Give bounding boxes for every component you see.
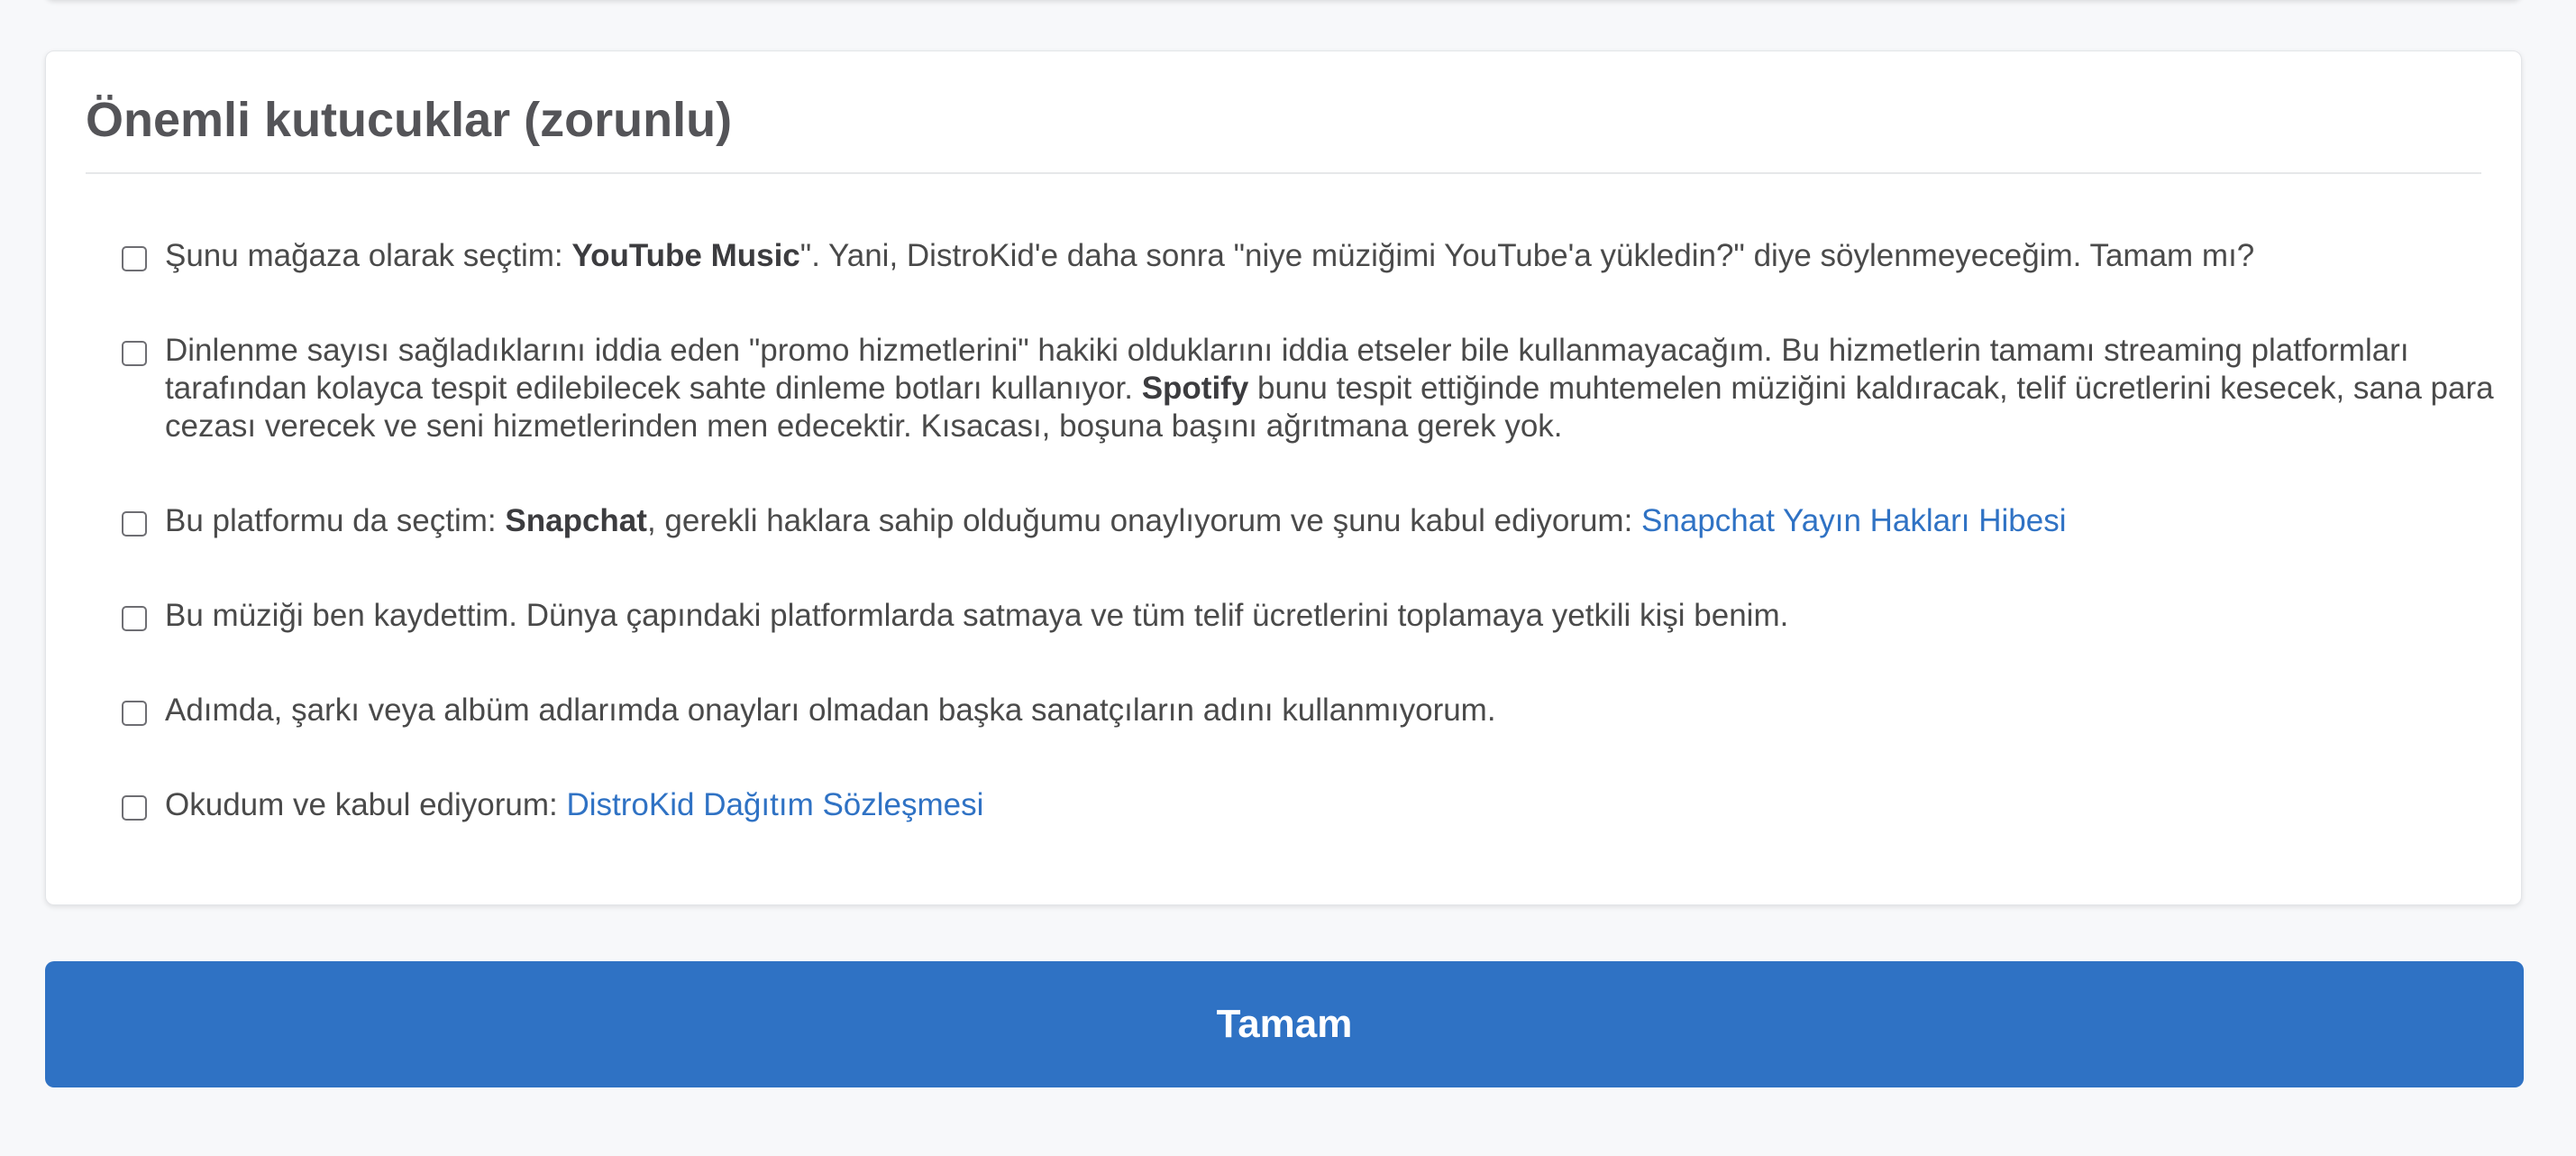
snapchat-broadcast-rights-link[interactable]: Snapchat Yayın Hakları Hibesi [1641, 503, 2066, 538]
submit-button[interactable]: Tamam [45, 961, 2524, 1087]
label-text: ". Yani, DistroKid'e daha sonra "niye mü… [799, 238, 2255, 273]
checkbox-label-recorded-music[interactable]: Bu müziği ben kaydettim. Dünya çapındaki… [165, 597, 1788, 635]
checkbox-item-youtube-music: Şunu mağaza olarak seçtim: YouTube Music… [122, 237, 2510, 275]
checkbox-youtube-music[interactable] [122, 246, 147, 271]
store-name-snapchat: Snapchat [505, 503, 647, 538]
store-name-youtube-music: YouTube Music [571, 238, 800, 273]
checkbox-label-youtube-music[interactable]: Şunu mağaza olarak seçtim: YouTube Music… [165, 237, 2254, 275]
checkbox-label-distribution-agreement[interactable]: Okudum ve kabul ediyorum: DistroKid Dağı… [165, 786, 983, 824]
checkbox-label-promo-services[interactable]: Dinlenme sayısı sağladıklarını iddia ede… [165, 332, 2510, 445]
checkbox-label-artist-names[interactable]: Adımda, şarkı veya albüm adlarımda onayl… [165, 692, 1496, 729]
checkbox-item-distribution-agreement: Okudum ve kabul ediyorum: DistroKid Dağı… [122, 786, 2510, 824]
label-text: Bu platformu da seçtim: [165, 503, 506, 538]
checkbox-recorded-music[interactable] [122, 606, 147, 631]
section-title: Önemli kutucuklar (zorunlu) [86, 93, 733, 147]
checkbox-artist-names[interactable] [122, 701, 147, 726]
checkbox-snapchat[interactable] [122, 511, 147, 537]
checkbox-item-snapchat: Bu platformu da seçtim: Snapchat, gerekl… [122, 502, 2510, 540]
label-text: Şunu mağaza olarak seçtim: [165, 238, 572, 273]
section-divider [86, 172, 2481, 174]
label-text: Okudum ve kabul ediyorum: [165, 787, 567, 822]
checkbox-label-snapchat[interactable]: Bu platformu da seçtim: Snapchat, gerekl… [165, 502, 2067, 540]
checkbox-promo-services[interactable] [122, 341, 147, 366]
distribution-agreement-link[interactable]: DistroKid Dağıtım Sözleşmesi [566, 787, 983, 822]
label-text: , gerekli haklara sahip olduğumu onaylıy… [646, 503, 1642, 538]
checkbox-item-recorded-music: Bu müziği ben kaydettim. Dünya çapındaki… [122, 597, 2510, 635]
checkbox-distribution-agreement[interactable] [122, 795, 147, 821]
store-name-spotify: Spotify [1141, 371, 1249, 406]
checkbox-item-artist-names: Adımda, şarkı veya albüm adlarımda onayl… [122, 692, 2510, 729]
required-checkboxes-card: Önemli kutucuklar (zorunlu) Şunu mağaza … [45, 50, 2522, 905]
checkbox-item-promo-services: Dinlenme sayısı sağladıklarını iddia ede… [122, 332, 2510, 445]
